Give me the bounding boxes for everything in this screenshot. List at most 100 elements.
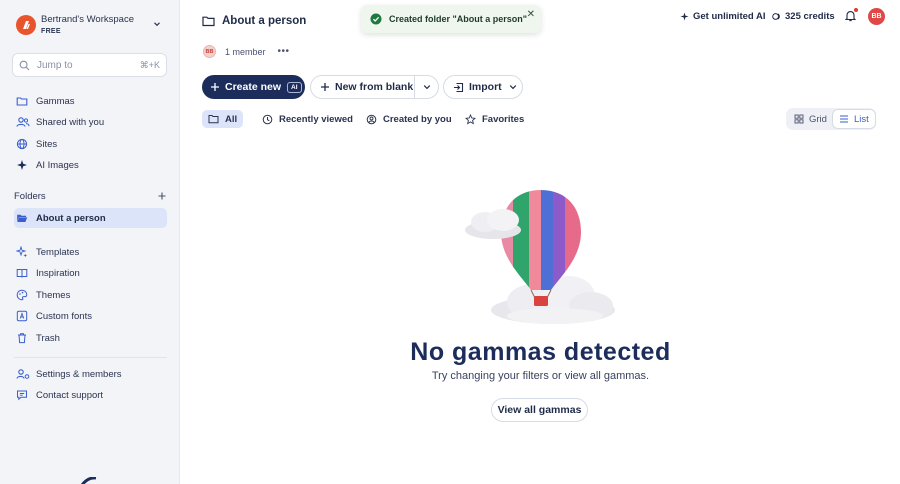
page-title[interactable]: About a person [222, 15, 306, 27]
members-row: BB 1 member ••• [203, 45, 290, 58]
sidebar-item-label: Settings & members [36, 368, 122, 380]
list-icon [839, 114, 849, 124]
view-grid-label: Grid [809, 113, 827, 125]
sidebar: Bertrand's Workspace FREE Jump to ⌘+K Ga… [0, 0, 180, 484]
sidebar-item-label: About a person [36, 212, 106, 224]
member-count[interactable]: 1 member [225, 47, 266, 57]
jump-to-search[interactable]: Jump to ⌘+K [12, 53, 167, 77]
filter-label: Favorites [482, 113, 525, 125]
sidebar-item-label: Templates [36, 246, 80, 258]
user-circle-icon [366, 114, 377, 125]
sidebar-item-custom-fonts[interactable]: Custom fonts [14, 306, 167, 326]
sidebar-item-contact-support[interactable]: Contact support [14, 385, 167, 405]
filter-all[interactable]: All [202, 110, 244, 128]
close-icon[interactable]: ✕ [527, 9, 535, 20]
get-unlimited-ai-label: Get unlimited AI [693, 10, 766, 22]
page-title-row: About a person [202, 15, 306, 27]
sparkle-icon [680, 11, 689, 21]
filter-favorites[interactable]: Favorites [459, 110, 530, 128]
sidebar-item-label: Custom fonts [36, 310, 92, 322]
sidebar-item-label: Inspiration [36, 267, 80, 279]
view-list-option[interactable]: List [832, 110, 875, 128]
get-unlimited-ai-button[interactable]: Get unlimited AI [680, 8, 765, 24]
folders-label: Folders [14, 190, 46, 202]
create-new-button[interactable]: Create new AI [202, 75, 305, 99]
import-icon [453, 82, 464, 93]
user-avatar[interactable]: BB [868, 8, 885, 25]
add-folder-icon[interactable] [157, 191, 167, 201]
member-avatar[interactable]: BB [203, 45, 216, 58]
view-toggle: Grid List [786, 108, 876, 130]
sidebar-item-themes[interactable]: Themes [14, 285, 167, 305]
view-all-gammas-button[interactable]: View all gammas [491, 398, 588, 422]
sparkle-icon [16, 159, 28, 171]
grid-icon [794, 114, 804, 124]
credits-button[interactable]: 325 credits [772, 8, 835, 24]
filter-label: Recently viewed [279, 113, 353, 125]
sidebar-item-trash[interactable]: Trash [14, 328, 167, 348]
ai-badge: AI [287, 81, 302, 93]
search-placeholder: Jump to [37, 59, 73, 71]
empty-state-title: No gammas detected [410, 338, 671, 366]
sidebar-item-gammas[interactable]: Gammas [14, 91, 167, 111]
trash-icon [16, 332, 28, 344]
filter-label: Created by you [383, 113, 452, 125]
notification-dot [854, 8, 858, 12]
star-icon [465, 113, 476, 125]
sidebar-item-templates[interactable]: Templates [14, 242, 167, 262]
book-icon [16, 267, 28, 279]
folder-icon [202, 15, 215, 27]
search-icon [19, 60, 30, 71]
sidebar-item-shared[interactable]: Shared with you [14, 112, 167, 132]
sidebar-divider [14, 357, 167, 358]
sidebar-item-label: AI Images [36, 159, 79, 171]
sidebar-item-sites[interactable]: Sites [14, 134, 167, 154]
sidebar-item-label: Gammas [36, 95, 75, 107]
sidebar-item-label: Contact support [36, 389, 104, 401]
more-options-icon[interactable]: ••• [278, 46, 290, 57]
sidebar-item-about-a-person[interactable]: About a person [14, 208, 167, 228]
sidebar-item-ai-images[interactable]: AI Images [14, 155, 167, 175]
check-circle-icon [370, 13, 382, 25]
folder-icon [208, 114, 219, 124]
main-content: About a person BB 1 member ••• Create ne… [181, 0, 900, 484]
chat-icon [16, 389, 28, 401]
folder-open-icon [16, 212, 28, 224]
chevron-down-icon [422, 82, 432, 92]
workspace-name: Bertrand's Workspace [41, 13, 134, 25]
sidebar-item-label: Sites [36, 138, 58, 150]
toast-message: Created folder "About a person" [389, 14, 528, 24]
chevron-down-icon [508, 82, 518, 92]
toast-notification: Created folder "About a person" ✕ [361, 5, 541, 33]
globe-icon [16, 138, 28, 150]
plus-icon [320, 82, 330, 92]
clock-icon [262, 114, 273, 125]
plus-icon [210, 82, 220, 92]
workspace-switcher[interactable]: Bertrand's Workspace FREE [16, 13, 166, 37]
hot-air-balloon-illustration [463, 186, 619, 326]
settings-users-icon [16, 368, 30, 380]
sidebar-item-label: Themes [36, 289, 71, 301]
new-from-blank-button[interactable]: New from blank [311, 76, 415, 98]
sidebar-item-settings-members[interactable]: Settings & members [14, 364, 167, 384]
sidebar-bottom-logo-icon [80, 477, 98, 484]
palette-icon [16, 289, 28, 301]
sidebar-item-label: Trash [36, 332, 60, 344]
search-shortcut: ⌘+K [139, 59, 160, 70]
empty-state-subtitle: Try changing your filters or view all ga… [431, 370, 650, 382]
sidebar-item-label: Shared with you [36, 116, 105, 128]
folder-icon [16, 95, 28, 107]
folders-header: Folders [14, 189, 167, 203]
credits-label: 325 credits [785, 10, 835, 22]
import-button[interactable]: Import [443, 75, 523, 99]
workspace-plan: FREE [41, 27, 61, 35]
coins-icon [772, 12, 781, 21]
filter-created-by-you[interactable]: Created by you [360, 110, 458, 128]
new-from-blank-dropdown[interactable] [415, 82, 438, 92]
view-grid-option[interactable]: Grid [788, 110, 833, 128]
chevron-down-icon [152, 19, 162, 29]
view-list-label: List [853, 113, 869, 125]
sidebar-item-inspiration[interactable]: Inspiration [14, 263, 167, 283]
filter-recently-viewed[interactable]: Recently viewed [256, 110, 359, 128]
workspace-logo-icon [16, 15, 36, 35]
